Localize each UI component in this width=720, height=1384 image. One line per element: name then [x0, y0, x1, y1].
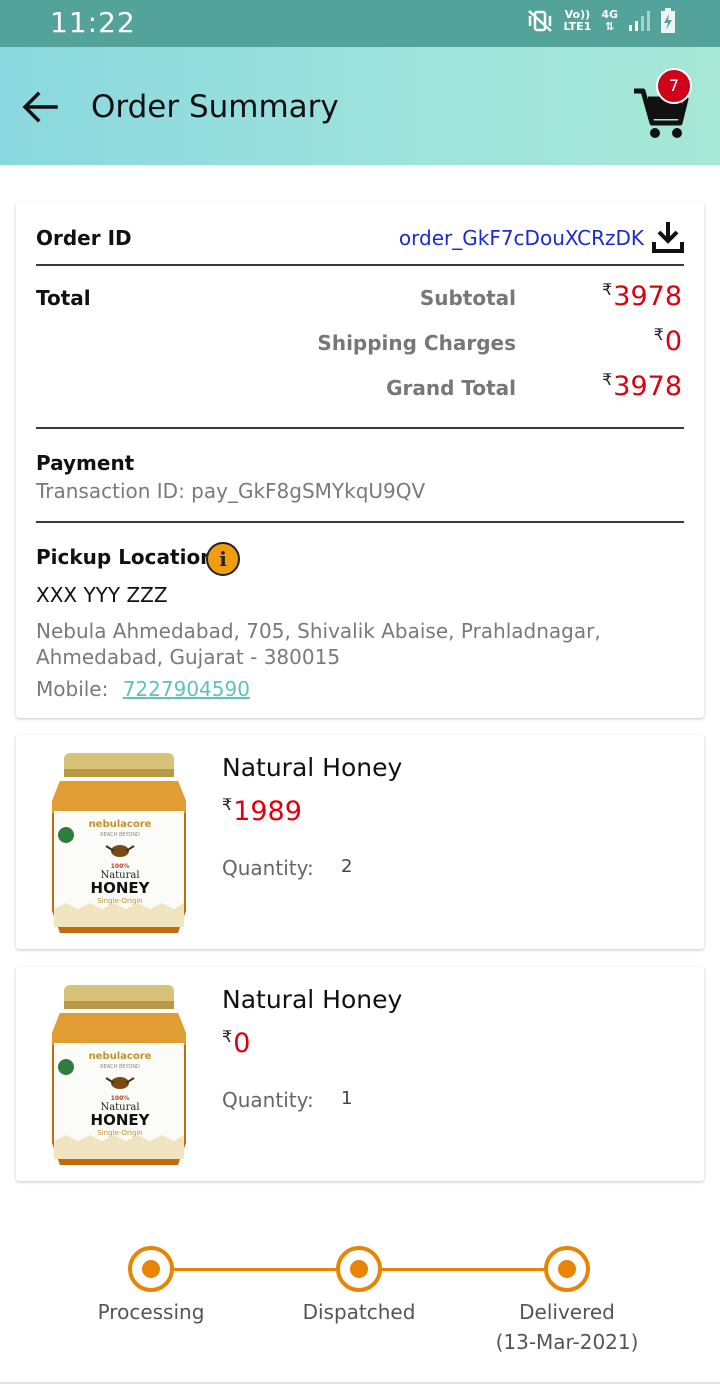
- status-icons: Vo)) LTE1 4G ⇅: [527, 8, 676, 34]
- svg-text:nebulacore: nebulacore: [89, 819, 152, 830]
- order-id-value[interactable]: order_GkF7cDouXCRzDK: [399, 226, 644, 250]
- quantity-value: 2: [341, 856, 353, 877]
- mobile-number-link[interactable]: 7227904590: [123, 677, 250, 701]
- product-price: ₹1989: [222, 795, 302, 827]
- payment-label: Payment: [36, 451, 135, 475]
- quantity-label: Quantity:: [222, 856, 314, 880]
- shipping-value: ₹0: [653, 325, 682, 357]
- data-type-label: 4G ⇅: [601, 8, 618, 33]
- order-id-label: Order ID: [36, 226, 132, 250]
- quantity-value: 1: [341, 1088, 353, 1109]
- network-label: Vo)) LTE1: [563, 8, 592, 33]
- svg-text:REACH BEYOND: REACH BEYOND: [100, 1064, 140, 1070]
- tracker-step-delivered-dot: [544, 1246, 590, 1292]
- quantity-label: Quantity:: [222, 1088, 314, 1112]
- delivery-date: (13-Mar-2021): [495, 1330, 639, 1354]
- subtotal-label: Subtotal: [419, 286, 516, 310]
- status-time: 11:22: [50, 6, 136, 39]
- mobile-label: Mobile:: [36, 677, 109, 701]
- product-card[interactable]: nebulacore REACH BEYOND 100% Natural HON…: [16, 967, 704, 1181]
- product-name: Natural Honey: [222, 985, 403, 1014]
- tracker-step-processing-label: Processing: [97, 1300, 205, 1324]
- tracker-step-dispatched-label: Dispatched: [302, 1300, 416, 1324]
- divider: [36, 427, 684, 429]
- svg-text:Single-Origin: Single-Origin: [97, 897, 142, 905]
- svg-text:HONEY: HONEY: [91, 1111, 151, 1129]
- honey-jar-image: nebulacore REACH BEYOND 100% Natural HON…: [52, 985, 186, 1165]
- tracker-connector: [382, 1268, 546, 1271]
- mobile-row: Mobile: 7227904590: [36, 677, 250, 701]
- svg-text:100%: 100%: [111, 1095, 130, 1102]
- svg-text:Single-Origin: Single-Origin: [97, 1129, 142, 1137]
- total-label: Total: [36, 286, 91, 310]
- tracker-step-delivered-label: Delivered: [519, 1300, 615, 1324]
- back-arrow-icon[interactable]: [20, 89, 60, 125]
- product-price: ₹0: [222, 1027, 251, 1059]
- order-summary-card: Order ID order_GkF7cDouXCRzDK Total Subt…: [16, 202, 704, 718]
- address-line-1: Nebula Ahmedabad, 705, Shivalik Abaise, …: [36, 619, 601, 643]
- currency-symbol: ₹: [602, 280, 613, 299]
- page-title: Order Summary: [91, 89, 339, 125]
- shipping-label: Shipping Charges: [317, 331, 516, 355]
- app-bar: Order Summary: [0, 47, 720, 165]
- tracker-step-processing-dot: [128, 1246, 174, 1292]
- pickup-name: XXX YYY ZZZ: [36, 583, 168, 607]
- grand-total-label: Grand Total: [386, 376, 516, 400]
- cart-badge[interactable]: 7: [656, 68, 692, 104]
- svg-text:HONEY: HONEY: [91, 879, 151, 897]
- pickup-location-label: Pickup Location: [36, 545, 215, 569]
- grand-total-value: ₹3978: [602, 370, 682, 402]
- battery-charging-icon: [661, 8, 675, 33]
- signal-icon: [629, 11, 650, 31]
- svg-text:nebulacore: nebulacore: [89, 1051, 152, 1062]
- status-bar: 11:22 Vo)) LTE1 4G ⇅: [0, 0, 720, 47]
- svg-text:100%: 100%: [111, 863, 130, 870]
- subtotal-value: ₹3978: [602, 280, 682, 312]
- divider: [36, 264, 684, 266]
- honey-jar-image: nebulacore REACH BEYOND 100% Natural HON…: [52, 753, 186, 933]
- product-name: Natural Honey: [222, 753, 403, 782]
- address-line-2: Ahmedabad, Gujarat - 380015: [36, 645, 341, 669]
- tracker-connector: [174, 1268, 338, 1271]
- download-icon[interactable]: [652, 220, 684, 254]
- info-icon[interactable]: i: [206, 542, 240, 576]
- divider: [36, 521, 684, 523]
- tracker-step-dispatched-dot: [336, 1246, 382, 1292]
- product-card[interactable]: nebulacore REACH BEYOND 100% Natural HON…: [16, 735, 704, 949]
- vibrate-mute-icon: [528, 10, 553, 32]
- svg-text:REACH BEYOND: REACH BEYOND: [100, 832, 140, 838]
- transaction-id: Transaction ID: pay_GkF8gSMYkqU9QV: [36, 479, 426, 503]
